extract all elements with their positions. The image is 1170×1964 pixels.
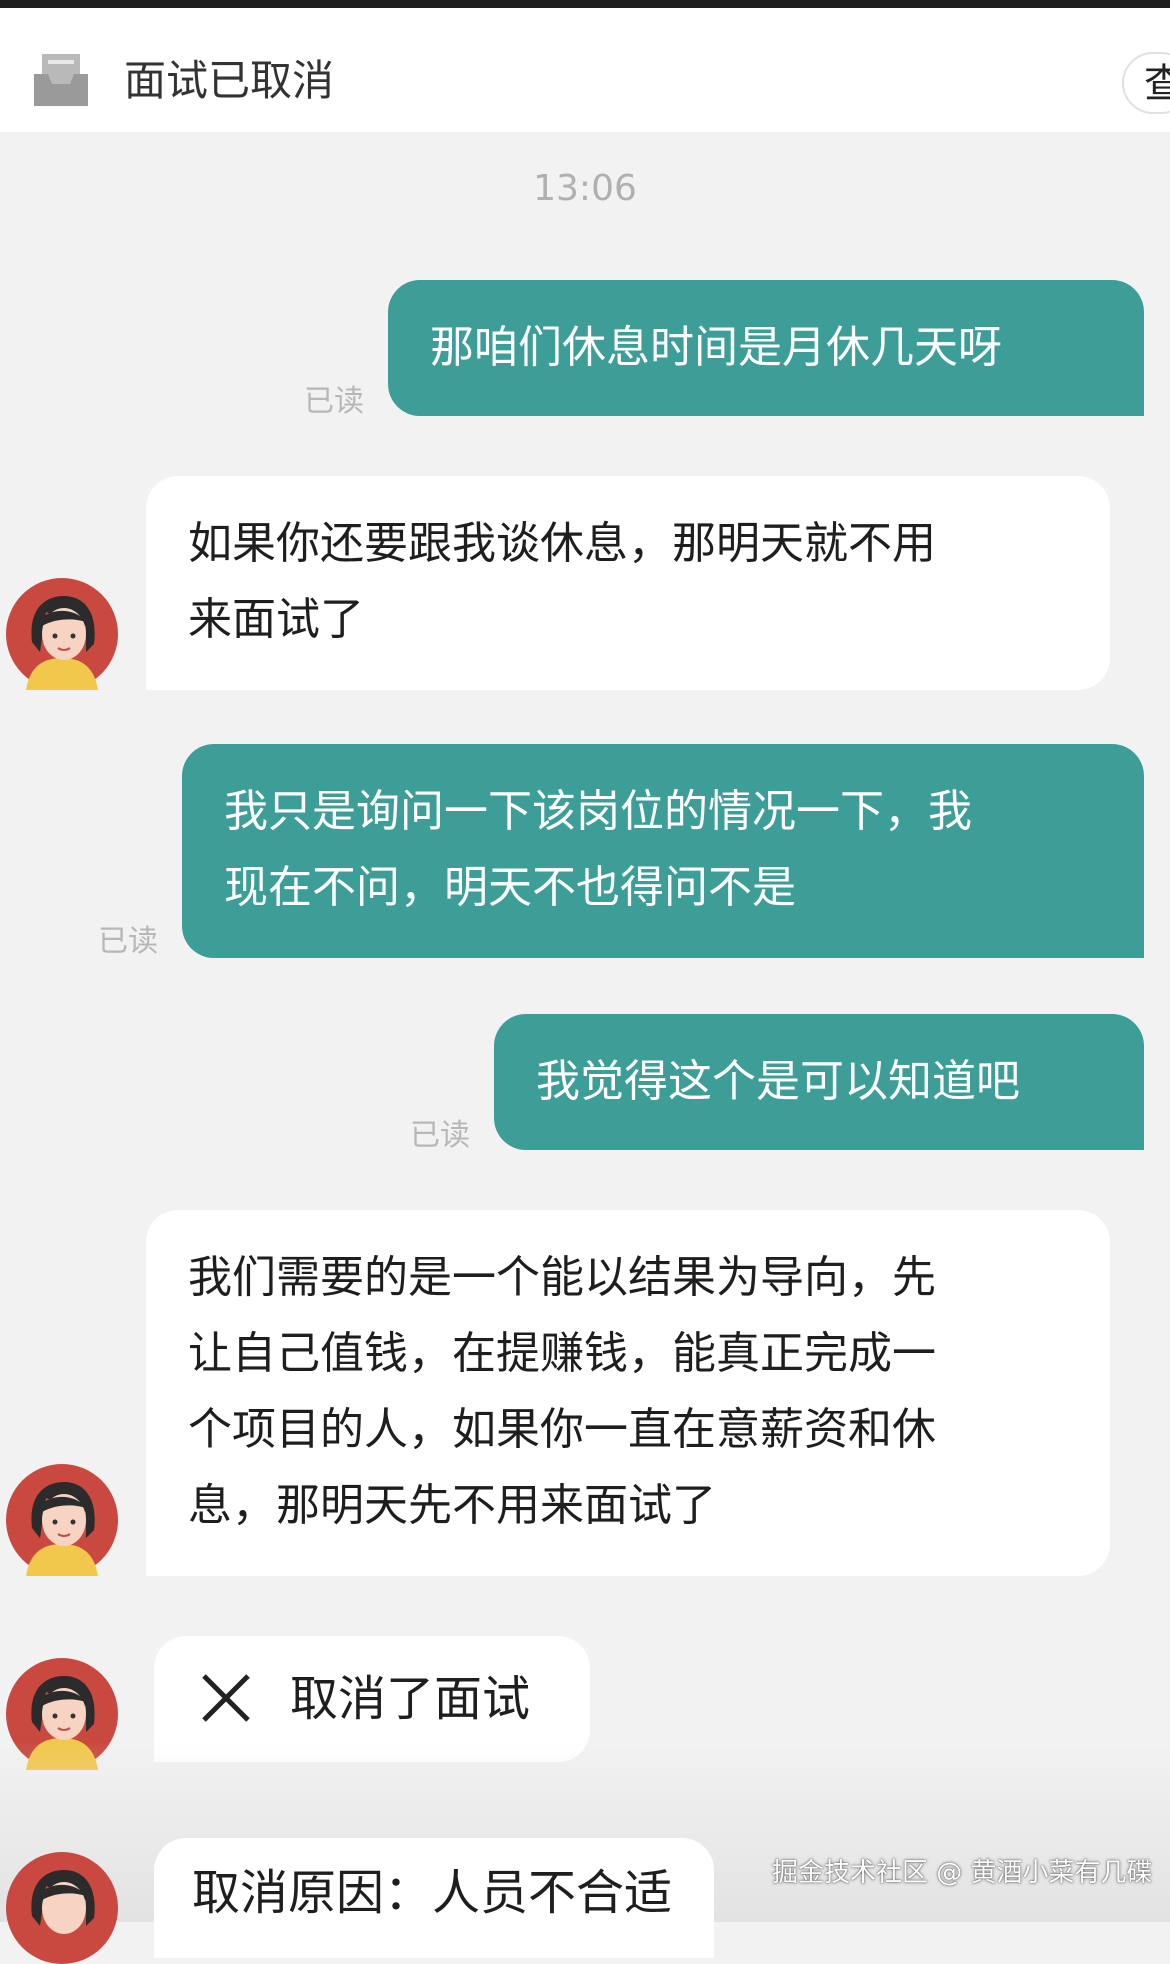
recruiter-avatar[interactable] <box>6 1464 118 1576</box>
received-message-bubble[interactable]: 我们需要的是一个能以结果为导向，先 让自己值钱，在提赚钱，能真正完成一 个项目的… <box>146 1210 1110 1576</box>
sent-message-bubble[interactable]: 那咱们休息时间是月休几天呀 <box>388 280 1144 416</box>
interview-cancelled-card[interactable]: 取消了面试 <box>154 1636 590 1762</box>
view-button[interactable]: 查 <box>1122 52 1170 114</box>
message-line: 个项目的人，如果你一直在意薪资和休 <box>188 1404 936 1455</box>
read-receipt: 已读 <box>98 924 158 959</box>
watermark: 掘金技术社区 @ 黄酒小菜有几碟 <box>772 1858 1153 1888</box>
message-line: 让自己值钱，在提赚钱，能真正完成一 <box>188 1328 936 1379</box>
archive-box-icon <box>34 54 88 106</box>
message-text: 我觉得这个是可以知道吧 <box>536 1056 1020 1107</box>
cancel-reason-text: 取消原因：人员不合适 <box>192 1865 673 1921</box>
status-bar-edge <box>0 0 1170 8</box>
chat-header: 面试已取消 查 <box>0 8 1170 132</box>
received-message-bubble[interactable]: 如果你还要跟我谈休息，那明天就不用 来面试了 <box>146 476 1110 690</box>
message-line: 现在不问，明天不也得问不是 <box>224 862 796 913</box>
message-line: 我们需要的是一个能以结果为导向，先 <box>188 1252 936 1303</box>
cancel-notice-text: 取消了面试 <box>290 1671 531 1727</box>
recruiter-avatar[interactable] <box>6 1658 118 1770</box>
page-title: 面试已取消 <box>124 56 335 105</box>
sent-message-bubble[interactable]: 我觉得这个是可以知道吧 <box>494 1014 1144 1150</box>
message-line: 如果你还要跟我谈休息，那明天就不用 <box>188 518 936 569</box>
message-line: 我只是询问一下该岗位的情况一下，我 <box>224 786 972 837</box>
message-text: 那咱们休息时间是月休几天呀 <box>430 322 1002 373</box>
recruiter-avatar[interactable] <box>6 1852 118 1964</box>
message-line: 来面试了 <box>188 594 364 645</box>
recruiter-avatar[interactable] <box>6 578 118 690</box>
cancel-reason-card[interactable]: 取消原因：人员不合适 <box>154 1838 714 1958</box>
message-line: 息，那明天先不用来面试了 <box>188 1480 716 1531</box>
close-icon <box>202 1674 250 1722</box>
read-receipt: 已读 <box>304 384 364 419</box>
sent-message-bubble[interactable]: 我只是询问一下该岗位的情况一下，我 现在不问，明天不也得问不是 <box>182 744 1144 958</box>
message-timestamp: 13:06 <box>533 168 637 209</box>
read-receipt: 已读 <box>410 1118 470 1153</box>
